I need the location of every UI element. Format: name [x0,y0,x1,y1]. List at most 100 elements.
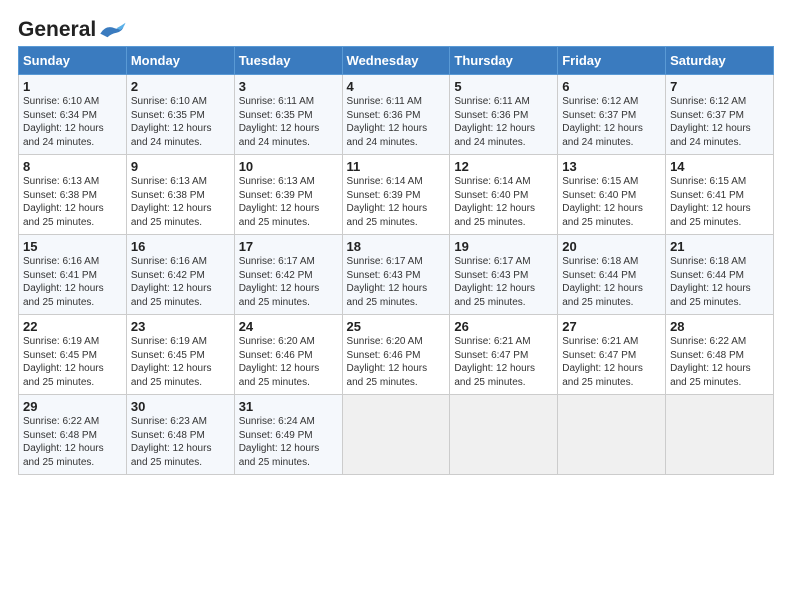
day-number: 6 [562,79,661,94]
table-row: 12 Sunrise: 6:14 AMSunset: 6:40 PMDaylig… [450,155,558,235]
day-info: Sunrise: 6:13 AMSunset: 6:38 PMDaylight:… [131,176,212,228]
day-info: Sunrise: 6:18 AMSunset: 6:44 PMDaylight:… [670,256,751,308]
header: General [18,18,774,38]
day-info: Sunrise: 6:22 AMSunset: 6:48 PMDaylight:… [23,416,104,468]
day-info: Sunrise: 6:21 AMSunset: 6:47 PMDaylight:… [562,336,643,388]
day-number: 8 [23,159,122,174]
day-info: Sunrise: 6:23 AMSunset: 6:48 PMDaylight:… [131,416,212,468]
table-row: 7 Sunrise: 6:12 AMSunset: 6:37 PMDayligh… [666,75,774,155]
table-row: 27 Sunrise: 6:21 AMSunset: 6:47 PMDaylig… [558,315,666,395]
day-info: Sunrise: 6:12 AMSunset: 6:37 PMDaylight:… [562,96,643,148]
day-number: 19 [454,239,553,254]
day-number: 13 [562,159,661,174]
day-number: 10 [239,159,338,174]
table-row [450,395,558,475]
day-number: 5 [454,79,553,94]
day-number: 2 [131,79,230,94]
table-row: 18 Sunrise: 6:17 AMSunset: 6:43 PMDaylig… [342,235,450,315]
day-info: Sunrise: 6:20 AMSunset: 6:46 PMDaylight:… [239,336,320,388]
logo: General [18,18,126,38]
table-row: 2 Sunrise: 6:10 AMSunset: 6:35 PMDayligh… [126,75,234,155]
table-row [342,395,450,475]
table-row: 6 Sunrise: 6:12 AMSunset: 6:37 PMDayligh… [558,75,666,155]
table-row: 9 Sunrise: 6:13 AMSunset: 6:38 PMDayligh… [126,155,234,235]
day-info: Sunrise: 6:16 AMSunset: 6:42 PMDaylight:… [131,256,212,308]
table-row: 24 Sunrise: 6:20 AMSunset: 6:46 PMDaylig… [234,315,342,395]
col-header-thursday: Thursday [450,47,558,75]
col-header-saturday: Saturday [666,47,774,75]
day-info: Sunrise: 6:11 AMSunset: 6:35 PMDaylight:… [239,96,320,148]
day-number: 9 [131,159,230,174]
day-info: Sunrise: 6:10 AMSunset: 6:35 PMDaylight:… [131,96,212,148]
table-row: 23 Sunrise: 6:19 AMSunset: 6:45 PMDaylig… [126,315,234,395]
day-number: 26 [454,319,553,334]
table-row: 19 Sunrise: 6:17 AMSunset: 6:43 PMDaylig… [450,235,558,315]
day-number: 4 [347,79,446,94]
day-info: Sunrise: 6:13 AMSunset: 6:38 PMDaylight:… [23,176,104,228]
day-info: Sunrise: 6:17 AMSunset: 6:42 PMDaylight:… [239,256,320,308]
col-header-monday: Monday [126,47,234,75]
day-info: Sunrise: 6:22 AMSunset: 6:48 PMDaylight:… [670,336,751,388]
day-number: 18 [347,239,446,254]
day-info: Sunrise: 6:14 AMSunset: 6:40 PMDaylight:… [454,176,535,228]
day-info: Sunrise: 6:11 AMSunset: 6:36 PMDaylight:… [347,96,428,148]
col-header-wednesday: Wednesday [342,47,450,75]
table-row: 17 Sunrise: 6:17 AMSunset: 6:42 PMDaylig… [234,235,342,315]
table-row: 30 Sunrise: 6:23 AMSunset: 6:48 PMDaylig… [126,395,234,475]
col-header-tuesday: Tuesday [234,47,342,75]
day-number: 30 [131,399,230,414]
day-info: Sunrise: 6:18 AMSunset: 6:44 PMDaylight:… [562,256,643,308]
day-number: 21 [670,239,769,254]
day-info: Sunrise: 6:17 AMSunset: 6:43 PMDaylight:… [347,256,428,308]
table-row: 29 Sunrise: 6:22 AMSunset: 6:48 PMDaylig… [19,395,127,475]
logo-general: General [18,18,96,42]
day-info: Sunrise: 6:16 AMSunset: 6:41 PMDaylight:… [23,256,104,308]
day-info: Sunrise: 6:10 AMSunset: 6:34 PMDaylight:… [23,96,104,148]
day-info: Sunrise: 6:17 AMSunset: 6:43 PMDaylight:… [454,256,535,308]
day-info: Sunrise: 6:15 AMSunset: 6:41 PMDaylight:… [670,176,751,228]
logo-bird-icon [98,21,126,39]
day-info: Sunrise: 6:12 AMSunset: 6:37 PMDaylight:… [670,96,751,148]
table-row [558,395,666,475]
day-number: 27 [562,319,661,334]
day-number: 14 [670,159,769,174]
day-info: Sunrise: 6:20 AMSunset: 6:46 PMDaylight:… [347,336,428,388]
table-row: 15 Sunrise: 6:16 AMSunset: 6:41 PMDaylig… [19,235,127,315]
day-number: 22 [23,319,122,334]
day-info: Sunrise: 6:15 AMSunset: 6:40 PMDaylight:… [562,176,643,228]
day-number: 24 [239,319,338,334]
table-row: 25 Sunrise: 6:20 AMSunset: 6:46 PMDaylig… [342,315,450,395]
table-row: 22 Sunrise: 6:19 AMSunset: 6:45 PMDaylig… [19,315,127,395]
day-info: Sunrise: 6:11 AMSunset: 6:36 PMDaylight:… [454,96,535,148]
table-row: 20 Sunrise: 6:18 AMSunset: 6:44 PMDaylig… [558,235,666,315]
table-row: 13 Sunrise: 6:15 AMSunset: 6:40 PMDaylig… [558,155,666,235]
col-header-sunday: Sunday [19,47,127,75]
day-number: 16 [131,239,230,254]
table-row: 4 Sunrise: 6:11 AMSunset: 6:36 PMDayligh… [342,75,450,155]
day-number: 7 [670,79,769,94]
table-row: 10 Sunrise: 6:13 AMSunset: 6:39 PMDaylig… [234,155,342,235]
day-number: 29 [23,399,122,414]
day-number: 17 [239,239,338,254]
page: General Sunday Monday Tuesday Wednesday … [0,0,792,612]
table-row: 5 Sunrise: 6:11 AMSunset: 6:36 PMDayligh… [450,75,558,155]
day-number: 1 [23,79,122,94]
col-header-friday: Friday [558,47,666,75]
table-row: 14 Sunrise: 6:15 AMSunset: 6:41 PMDaylig… [666,155,774,235]
table-row: 1 Sunrise: 6:10 AMSunset: 6:34 PMDayligh… [19,75,127,155]
day-info: Sunrise: 6:13 AMSunset: 6:39 PMDaylight:… [239,176,320,228]
day-number: 12 [454,159,553,174]
table-row: 3 Sunrise: 6:11 AMSunset: 6:35 PMDayligh… [234,75,342,155]
table-row: 8 Sunrise: 6:13 AMSunset: 6:38 PMDayligh… [19,155,127,235]
day-info: Sunrise: 6:24 AMSunset: 6:49 PMDaylight:… [239,416,320,468]
table-row: 31 Sunrise: 6:24 AMSunset: 6:49 PMDaylig… [234,395,342,475]
table-row [666,395,774,475]
day-number: 3 [239,79,338,94]
day-info: Sunrise: 6:19 AMSunset: 6:45 PMDaylight:… [23,336,104,388]
day-number: 23 [131,319,230,334]
day-number: 28 [670,319,769,334]
day-number: 20 [562,239,661,254]
day-info: Sunrise: 6:14 AMSunset: 6:39 PMDaylight:… [347,176,428,228]
table-row: 28 Sunrise: 6:22 AMSunset: 6:48 PMDaylig… [666,315,774,395]
day-info: Sunrise: 6:19 AMSunset: 6:45 PMDaylight:… [131,336,212,388]
